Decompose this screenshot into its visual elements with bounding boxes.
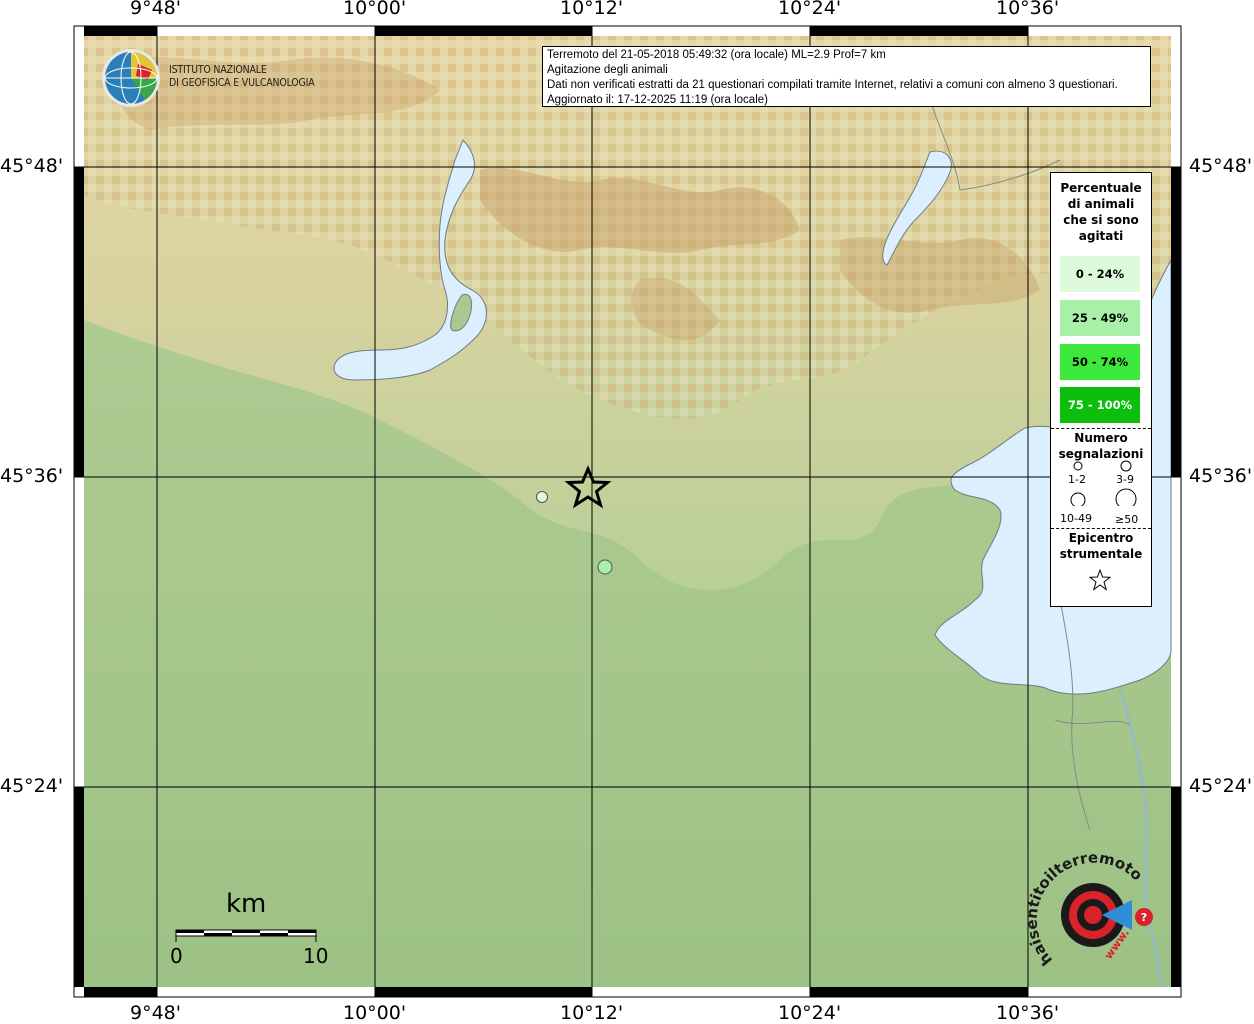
lat-tick-right-3: 45°24' (1189, 775, 1253, 797)
lon-tick-top-2: 10°00' (343, 0, 407, 19)
scale-min: 0 (170, 944, 183, 968)
legend-title-line-4: agitati (1078, 229, 1124, 243)
event-info-line-1: Terremoto del 21-05-2018 05:49:32 (ora l… (547, 49, 886, 61)
legend-title-line-3: che si sono (1063, 213, 1139, 227)
legend-class-0: 0 - 24% (1060, 256, 1140, 292)
legend-size-2: 3-9 (1116, 473, 1134, 486)
lon-tick-bottom-1: 9°48' (130, 1002, 181, 1024)
legend-divider-1 (1051, 428, 1151, 429)
legend-count-title-line-1: Numero (1074, 431, 1128, 445)
legend-size-circles (1070, 460, 1137, 506)
legend-epicenter-line-1: Epicentro (1068, 531, 1134, 545)
lon-tick-top-4: 10°24' (778, 0, 842, 19)
ingv-logo-icon (102, 49, 160, 107)
legend-panel: Percentuale di animali che si sono agita… (1050, 172, 1152, 607)
legend-size-4: ≥50 (1115, 513, 1139, 526)
ingv-line-1: ISTITUTO NAZIONALE (169, 64, 267, 76)
lat-tick-left-2: 45°36' (0, 465, 64, 487)
event-info-line-3: Dati non verificati estratti da 21 quest… (547, 79, 1118, 91)
observation-point-2 (597, 559, 613, 575)
lon-tick-top-3: 10°12' (560, 0, 624, 19)
lon-tick-top-1: 9°48' (130, 0, 181, 19)
legend-divider-2 (1051, 528, 1151, 529)
lon-tick-bottom-5: 10°36' (996, 1002, 1060, 1024)
scale-unit: km (226, 889, 267, 919)
event-info-box: Terremoto del 21-05-2018 05:49:32 (ora l… (542, 46, 1151, 107)
lon-tick-bottom-4: 10°24' (778, 1002, 842, 1024)
legend-class-2: 50 - 74% (1060, 344, 1140, 380)
legend-title-line-2: di animali (1067, 197, 1135, 211)
ingv-line-2: DI GEOFISICA E VULCANOLOGIA (169, 77, 315, 89)
lon-tick-bottom-2: 10°00' (343, 1002, 407, 1024)
legend-star-icon (1089, 569, 1111, 591)
lat-tick-left-1: 45°48' (0, 155, 64, 177)
lat-tick-left-3: 45°24' (0, 775, 64, 797)
legend-class-3: 75 - 100% (1060, 387, 1140, 423)
legend-size-1: 1-2 (1068, 473, 1086, 486)
scale-max: 10 (303, 944, 329, 968)
legend-epicenter-title: Epicentro strumentale (1051, 530, 1151, 562)
legend-title-line-1: Percentuale (1060, 181, 1142, 195)
ingv-logo-text: ISTITUTO NAZIONALE DI GEOFISICA E VULCAN… (169, 64, 315, 90)
event-info-line-4: Aggiornato il: 17-12-2025 11:19 (ora loc… (547, 94, 768, 106)
observation-point-1 (536, 491, 548, 503)
legend-epicenter-line-2: strumentale (1059, 547, 1143, 561)
lon-tick-bottom-3: 10°12' (560, 1002, 624, 1024)
svg-text:?: ? (1141, 911, 1147, 924)
legend-class-1: 25 - 49% (1060, 300, 1140, 336)
lat-tick-right-1: 45°48' (1189, 155, 1253, 177)
lat-tick-right-2: 45°36' (1189, 465, 1253, 487)
legend-title: Percentuale di animali che si sono agita… (1051, 180, 1151, 244)
legend-size-3: 10-49 (1060, 512, 1092, 525)
event-info-line-2: Agitazione degli animali (547, 64, 668, 76)
lon-tick-top-5: 10°36' (996, 0, 1060, 19)
